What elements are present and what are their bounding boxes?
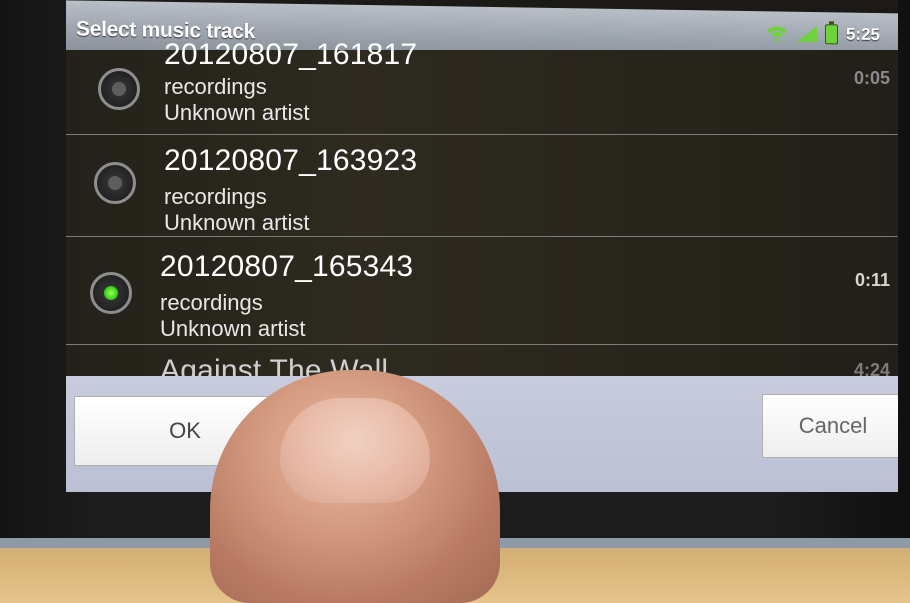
track-artist: Unknown artist xyxy=(164,210,310,235)
track-duration: 0:11 xyxy=(854,270,890,290)
track-row[interactable]: 20120807_161817 recordings Unknown artis… xyxy=(66,38,898,135)
track-title: 20120807_165343 xyxy=(160,250,414,283)
track-album: recordings xyxy=(164,184,267,209)
track-album: recordings xyxy=(164,74,267,99)
track-title: 20120807_163923 xyxy=(164,144,418,177)
cancel-button[interactable]: Cancel xyxy=(762,394,898,458)
radio-button[interactable] xyxy=(94,162,136,204)
track-duration: 0:05 xyxy=(853,68,890,88)
track-artist: Unknown artist xyxy=(164,100,310,125)
phone-screen: Select music track 5:25 20120807_161817 … xyxy=(66,0,898,492)
track-row[interactable]: 20120807_163923 recordings Unknown artis… xyxy=(66,134,898,237)
track-list: 20120807_161817 recordings Unknown artis… xyxy=(66,38,898,387)
fingernail xyxy=(280,398,430,503)
track-row-selected[interactable]: 20120807_165343 recordings Unknown artis… xyxy=(66,236,898,345)
track-title: 20120807_161817 xyxy=(164,38,418,71)
radio-button[interactable] xyxy=(98,68,140,110)
track-artist: Unknown artist xyxy=(160,316,306,341)
radio-button-selected[interactable] xyxy=(90,272,132,314)
track-album: recordings xyxy=(160,290,263,315)
